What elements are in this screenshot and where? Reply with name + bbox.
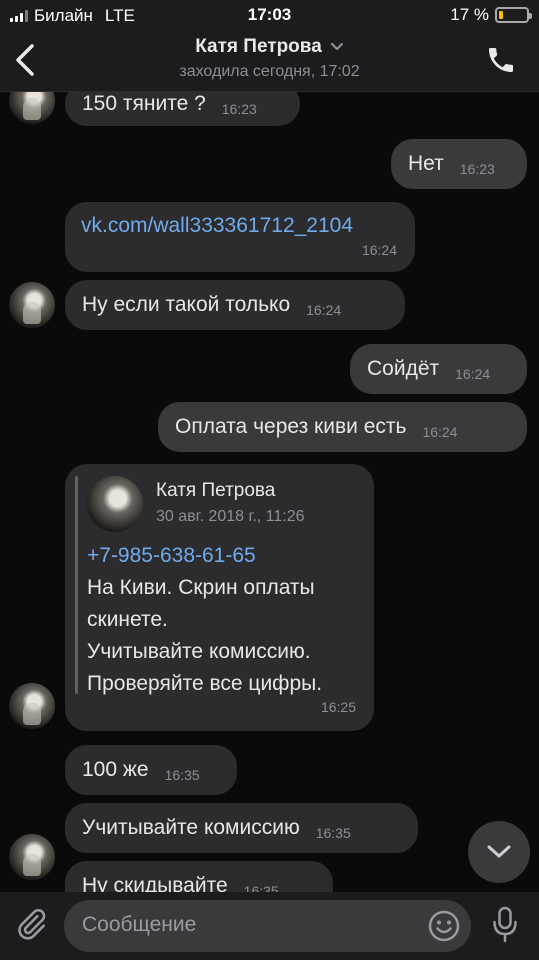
message-input[interactable]: Сообщение — [64, 900, 471, 952]
message-text: 150 тяните ? — [82, 92, 206, 115]
avatar[interactable] — [9, 683, 55, 729]
message-time: 16:35 — [315, 825, 351, 841]
message-text: Учитывайте комиссию — [82, 816, 300, 839]
message-list[interactable]: 150 тяните ? 16:23 Нет 16:23 vk.com/wall… — [0, 92, 539, 892]
chat-title: Катя Петрова — [195, 36, 322, 57]
status-right: 17 % — [450, 5, 532, 25]
forwarded-line: На Киви. Скрин оплаты — [87, 576, 315, 599]
message-text: 100 же — [82, 758, 149, 781]
battery-icon — [495, 7, 532, 23]
forward-indicator-bar — [75, 476, 78, 694]
forwarded-line: Проверяйте все цифры. — [87, 672, 323, 695]
message-time: 16:35 — [164, 767, 200, 783]
avatar[interactable] — [9, 834, 55, 880]
message-bubble[interactable]: 100 же 16:35 — [65, 745, 237, 795]
message-time: 16:24 — [361, 242, 397, 258]
message-bubble[interactable]: Учитывайте комиссию 16:35 — [65, 803, 418, 853]
microphone-icon — [493, 906, 517, 943]
message-bubble[interactable]: Ну скидывайте 16:35 — [65, 861, 333, 892]
message-text: Сойдёт — [367, 357, 440, 380]
message-time: 16:23 — [459, 161, 495, 177]
chat-screen: Билайн LTE 17:03 17 % Катя Петрова заход… — [0, 0, 539, 960]
message-time: 16:24 — [422, 424, 458, 440]
voice-message-button[interactable] — [490, 906, 520, 944]
forwarded-date: 30 авг. 2018 г., 11:26 — [156, 508, 305, 525]
message-time: 16:24 — [455, 366, 491, 382]
message-bubble[interactable]: Сойдёт 16:24 — [350, 344, 527, 394]
message-text: Оплата через киви есть — [175, 415, 407, 438]
scroll-down-icon — [487, 845, 511, 858]
chat-title-block[interactable]: Катя Петрова заходила сегодня, 17:02 — [0, 36, 539, 81]
status-bar: Билайн LTE 17:03 17 % — [0, 0, 539, 30]
message-input-placeholder: Сообщение — [82, 913, 197, 936]
battery-fill — [499, 11, 503, 19]
forwarded-line: Учитывайте комиссию. — [87, 640, 311, 663]
message-bubble[interactable]: Оплата через киви есть 16:24 — [158, 402, 527, 452]
attach-button[interactable] — [14, 906, 48, 942]
message-text: Ну скидывайте — [82, 874, 228, 892]
message-text: Нет — [408, 152, 444, 175]
message-time: 16:23 — [221, 101, 257, 117]
message-time: 16:24 — [306, 302, 342, 318]
forwarded-message[interactable]: Катя Петрова 30 авг. 2018 г., 11:26 +7-9… — [65, 464, 374, 731]
avatar[interactable] — [9, 92, 55, 124]
message-time: 16:35 — [243, 883, 279, 892]
emoji-button[interactable] — [427, 909, 461, 943]
message-bubble[interactable]: vk.com/wall333361712_2104 16:24 — [65, 202, 415, 272]
paperclip-icon — [18, 909, 46, 940]
phone-icon — [489, 48, 513, 72]
message-text: Ну если такой только — [82, 293, 291, 316]
message-time: 16:25 — [320, 699, 356, 715]
chevron-down-icon — [330, 42, 343, 51]
scroll-down-button[interactable] — [468, 821, 530, 883]
message-bubble[interactable]: 150 тяните ? 16:23 — [65, 92, 300, 126]
forwarded-text: +7-985-638-61-65 На Киви. Скрин оплаты с… — [87, 540, 371, 700]
message-bubble[interactable]: Нет 16:23 — [391, 139, 527, 189]
call-button[interactable] — [485, 44, 517, 76]
message-bubble[interactable]: Ну если такой только 16:24 — [65, 280, 405, 330]
last-seen-status: заходила сегодня, 17:02 — [179, 63, 360, 80]
message-link[interactable]: vk.com/wall333361712_2104 — [81, 213, 353, 239]
phone-link[interactable]: +7-985-638-61-65 — [87, 540, 371, 572]
forwarded-author[interactable]: Катя Петрова — [156, 480, 275, 502]
avatar[interactable] — [9, 282, 55, 328]
message-composer: Сообщение — [0, 892, 539, 960]
forwarded-avatar[interactable] — [87, 476, 143, 532]
forwarded-line: скинете. — [87, 608, 168, 631]
chat-header: Катя Петрова заходила сегодня, 17:02 — [0, 30, 539, 92]
battery-percent: 17 % — [450, 5, 489, 24]
emoji-icon — [428, 910, 460, 942]
